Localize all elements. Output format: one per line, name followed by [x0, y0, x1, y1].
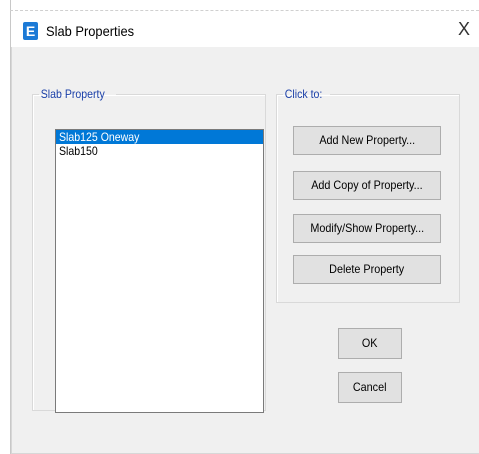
- dialog-body: Slab Property Slab125 Oneway Slab150 Cli…: [11, 47, 479, 453]
- cancel-label: Cancel: [353, 380, 387, 394]
- cancel-button[interactable]: Cancel: [338, 372, 402, 403]
- dialog-title: Slab Properties: [46, 23, 135, 39]
- slab-property-group: Slab Property Slab125 Oneway Slab150: [32, 87, 266, 413]
- add-new-property-button[interactable]: Add New Property...: [293, 126, 441, 155]
- ok-button[interactable]: OK: [338, 328, 402, 359]
- delete-property-button[interactable]: Delete Property: [293, 255, 441, 284]
- dialog-titlebar[interactable]: E Slab Properties X: [11, 11, 479, 47]
- list-item[interactable]: Slab150: [56, 144, 263, 158]
- list-item-label: Slab125 Oneway: [59, 130, 140, 144]
- delete-property-label: Delete Property: [329, 262, 405, 276]
- add-new-property-label: Add New Property...: [319, 133, 415, 147]
- modify-show-property-button[interactable]: Modify/Show Property...: [293, 214, 441, 243]
- ok-label: OK: [362, 336, 378, 350]
- etabs-app-icon: E: [23, 22, 38, 40]
- click-to-group-label: Click to:: [284, 87, 323, 101]
- modify-show-property-label: Modify/Show Property...: [310, 221, 424, 235]
- add-copy-of-property-label: Add Copy of Property...: [311, 178, 423, 192]
- add-copy-of-property-button[interactable]: Add Copy of Property...: [293, 171, 441, 200]
- close-icon[interactable]: X: [449, 14, 479, 44]
- window-frame-top: [10, 0, 479, 11]
- window-frame-left: [0, 0, 11, 454]
- slab-property-listbox[interactable]: Slab125 Oneway Slab150: [55, 129, 264, 413]
- list-item[interactable]: Slab125 Oneway: [56, 130, 263, 144]
- list-item-label: Slab150: [59, 144, 98, 158]
- slab-property-group-label: Slab Property: [40, 87, 105, 101]
